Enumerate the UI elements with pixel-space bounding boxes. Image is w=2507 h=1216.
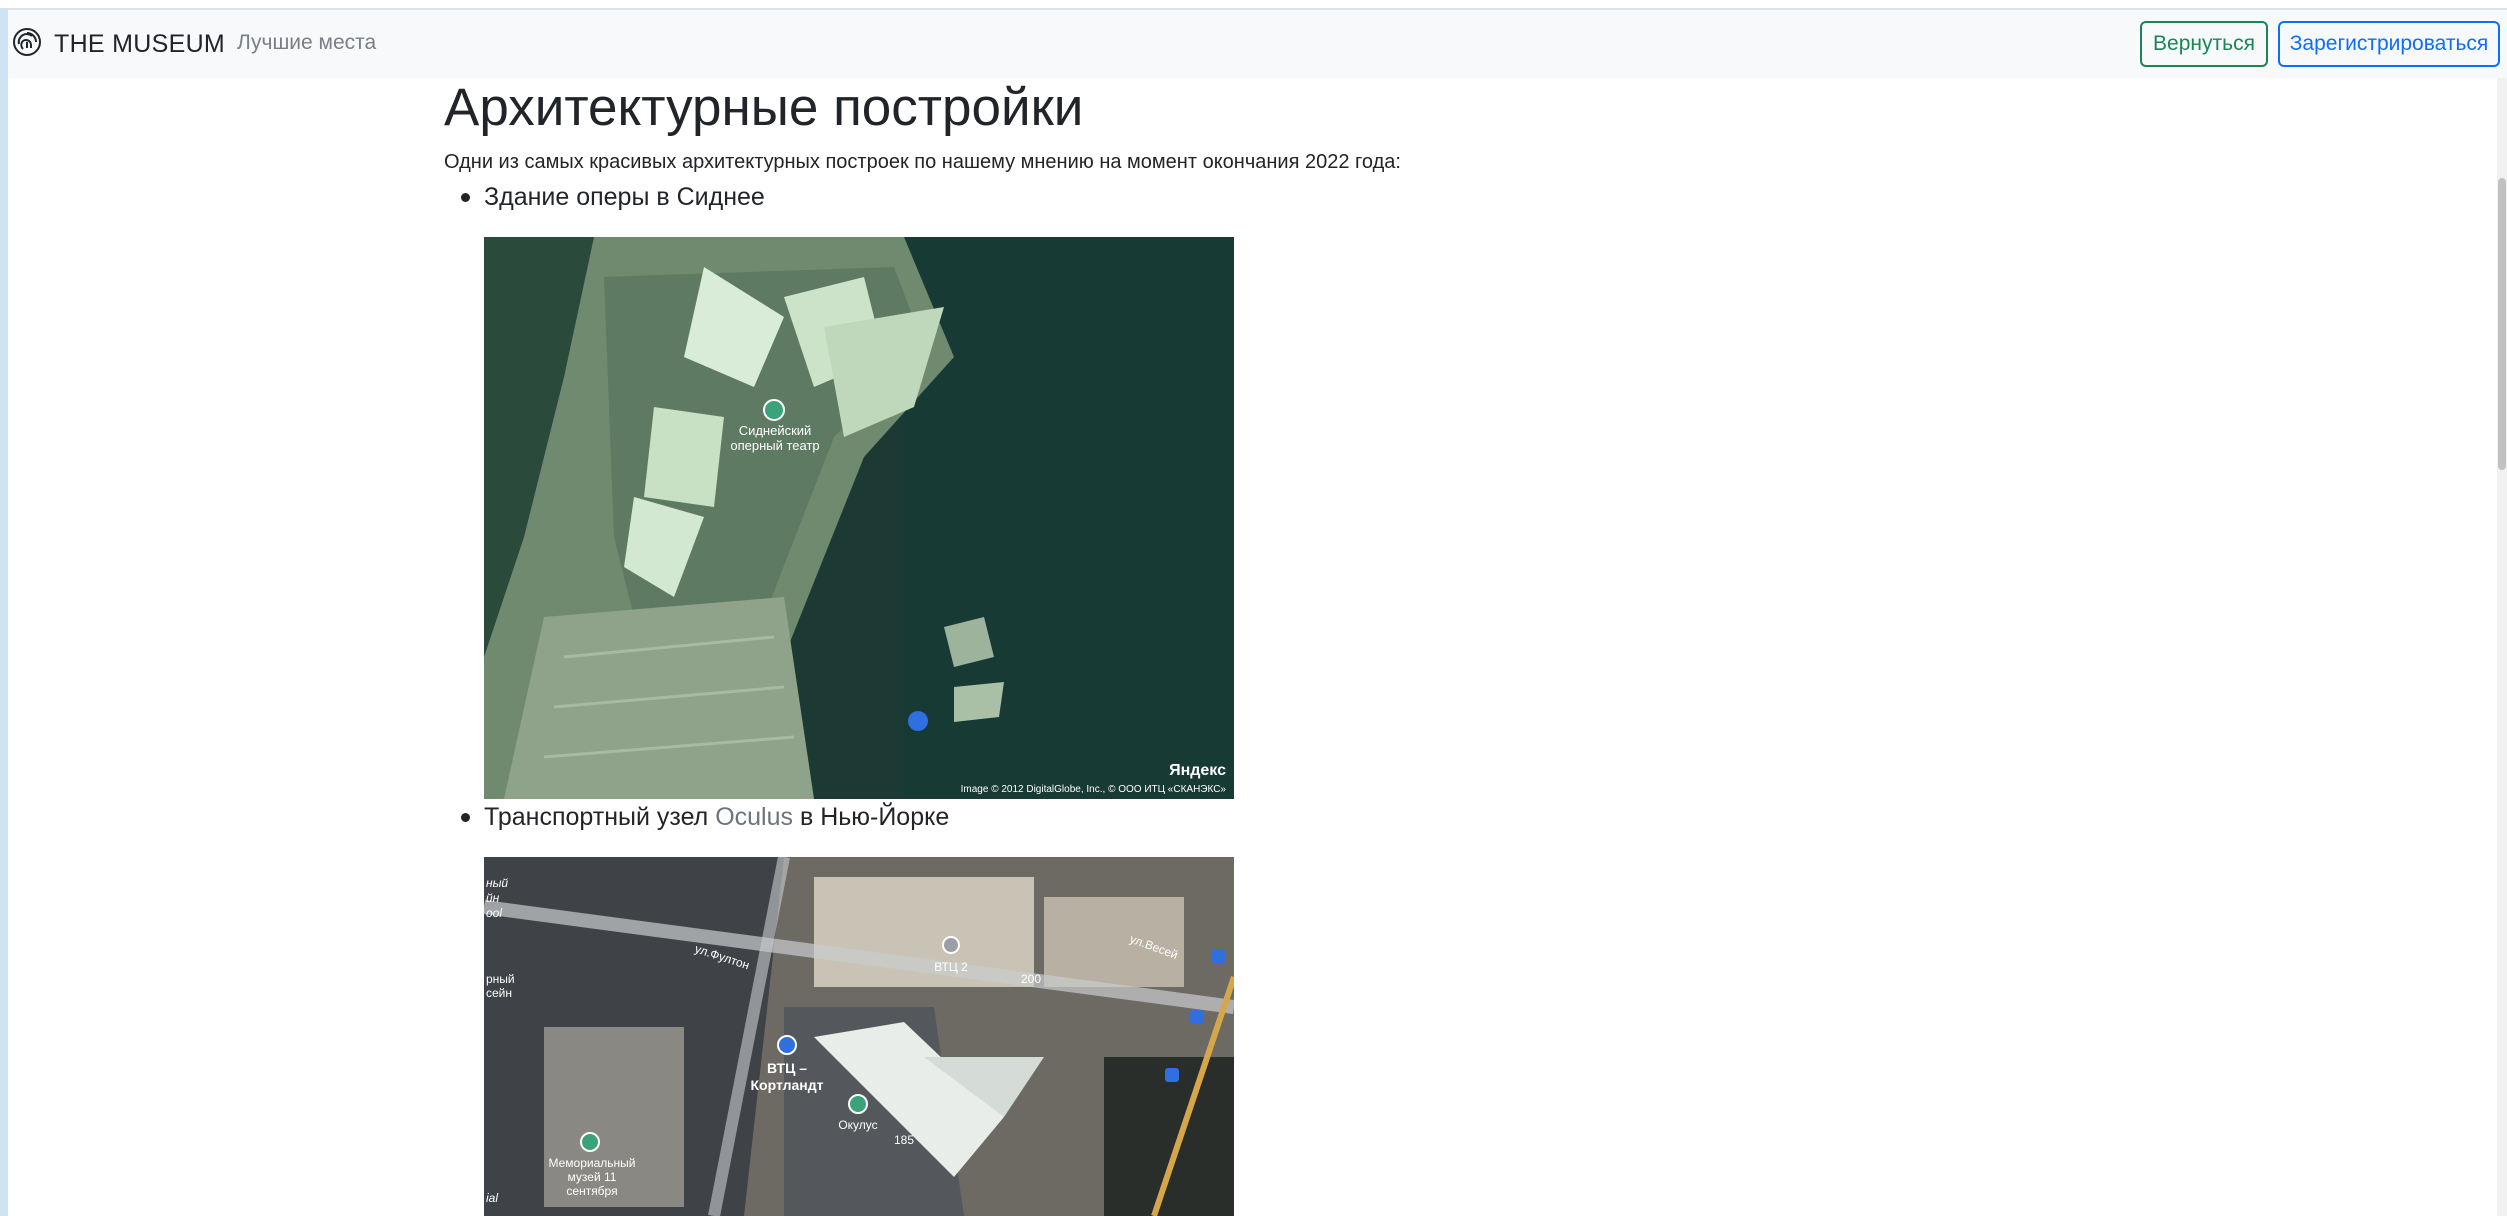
yandex-logo: Яндекс (1169, 762, 1226, 779)
svg-text:йн: йн (486, 891, 500, 905)
svg-text:ный: ный (486, 876, 508, 890)
map-sydney-opera[interactable]: Сиднейский оперный театр Яндекс Image © … (484, 237, 1234, 799)
svg-text:200: 200 (1021, 972, 1041, 986)
brand-name: THE MUSEUM (54, 29, 226, 58)
scrollbar-thumb[interactable] (2498, 178, 2506, 470)
window-top-border (0, 0, 2507, 10)
map-poi-label: Сиднейский (739, 423, 812, 438)
fingerprint-icon (12, 27, 42, 62)
svg-text:ВТЦ –: ВТЦ – (767, 1060, 807, 1076)
window-left-edge (0, 8, 8, 1216)
title-part: в Нью-Йорке (793, 803, 950, 831)
back-button[interactable]: Вернуться (2140, 21, 2268, 67)
intro-text: Одни из самых красивых архитектурных пос… (444, 151, 1401, 173)
svg-text:рный: рный (486, 972, 515, 986)
page-scrollbar[interactable] (2497, 78, 2507, 1216)
brand[interactable]: THE MUSEUM (12, 26, 225, 62)
map-oculus[interactable]: ул.Фултон ул.Весей ВТЦ – Кортландт Окулу… (484, 857, 1234, 1216)
register-button[interactable]: Зарегистрироваться (2278, 21, 2500, 67)
page-title: Архитектурные постройки (444, 78, 1084, 137)
svg-text:Окулус: Окулус (838, 1118, 877, 1132)
svg-text:сентября: сентября (566, 1184, 617, 1198)
list-item-title: Здание оперы в Сиднее (484, 183, 765, 211)
svg-text:ool: ool (486, 906, 502, 920)
svg-text:сейн: сейн (486, 986, 512, 1000)
svg-text:185: 185 (894, 1133, 914, 1147)
svg-text:музей 11: музей 11 (568, 1170, 617, 1184)
title-part: Транспортный узел (484, 803, 716, 831)
map-poi-label: оперный театр (730, 438, 819, 453)
svg-text:Кортландт: Кортландт (750, 1077, 823, 1093)
svg-text:ВТЦ 2: ВТЦ 2 (934, 960, 968, 974)
title-highlight: Oculus (715, 803, 794, 831)
list-bullet (461, 193, 470, 202)
nav-link-best-places[interactable]: Лучшие места (237, 31, 376, 55)
svg-text:Мемориальный: Мемориальный (549, 1156, 636, 1170)
map-attribution: Image © 2012 DigitalGlobe, Inc., © ООО И… (961, 784, 1227, 795)
list-item-title: Транспортный узел Oculus в Нью-Йорке (484, 803, 949, 832)
svg-text:ial: ial (486, 1191, 498, 1205)
navbar: THE MUSEUM Лучшие места Вернуться Зареги… (8, 10, 2507, 78)
list-bullet (461, 813, 470, 822)
